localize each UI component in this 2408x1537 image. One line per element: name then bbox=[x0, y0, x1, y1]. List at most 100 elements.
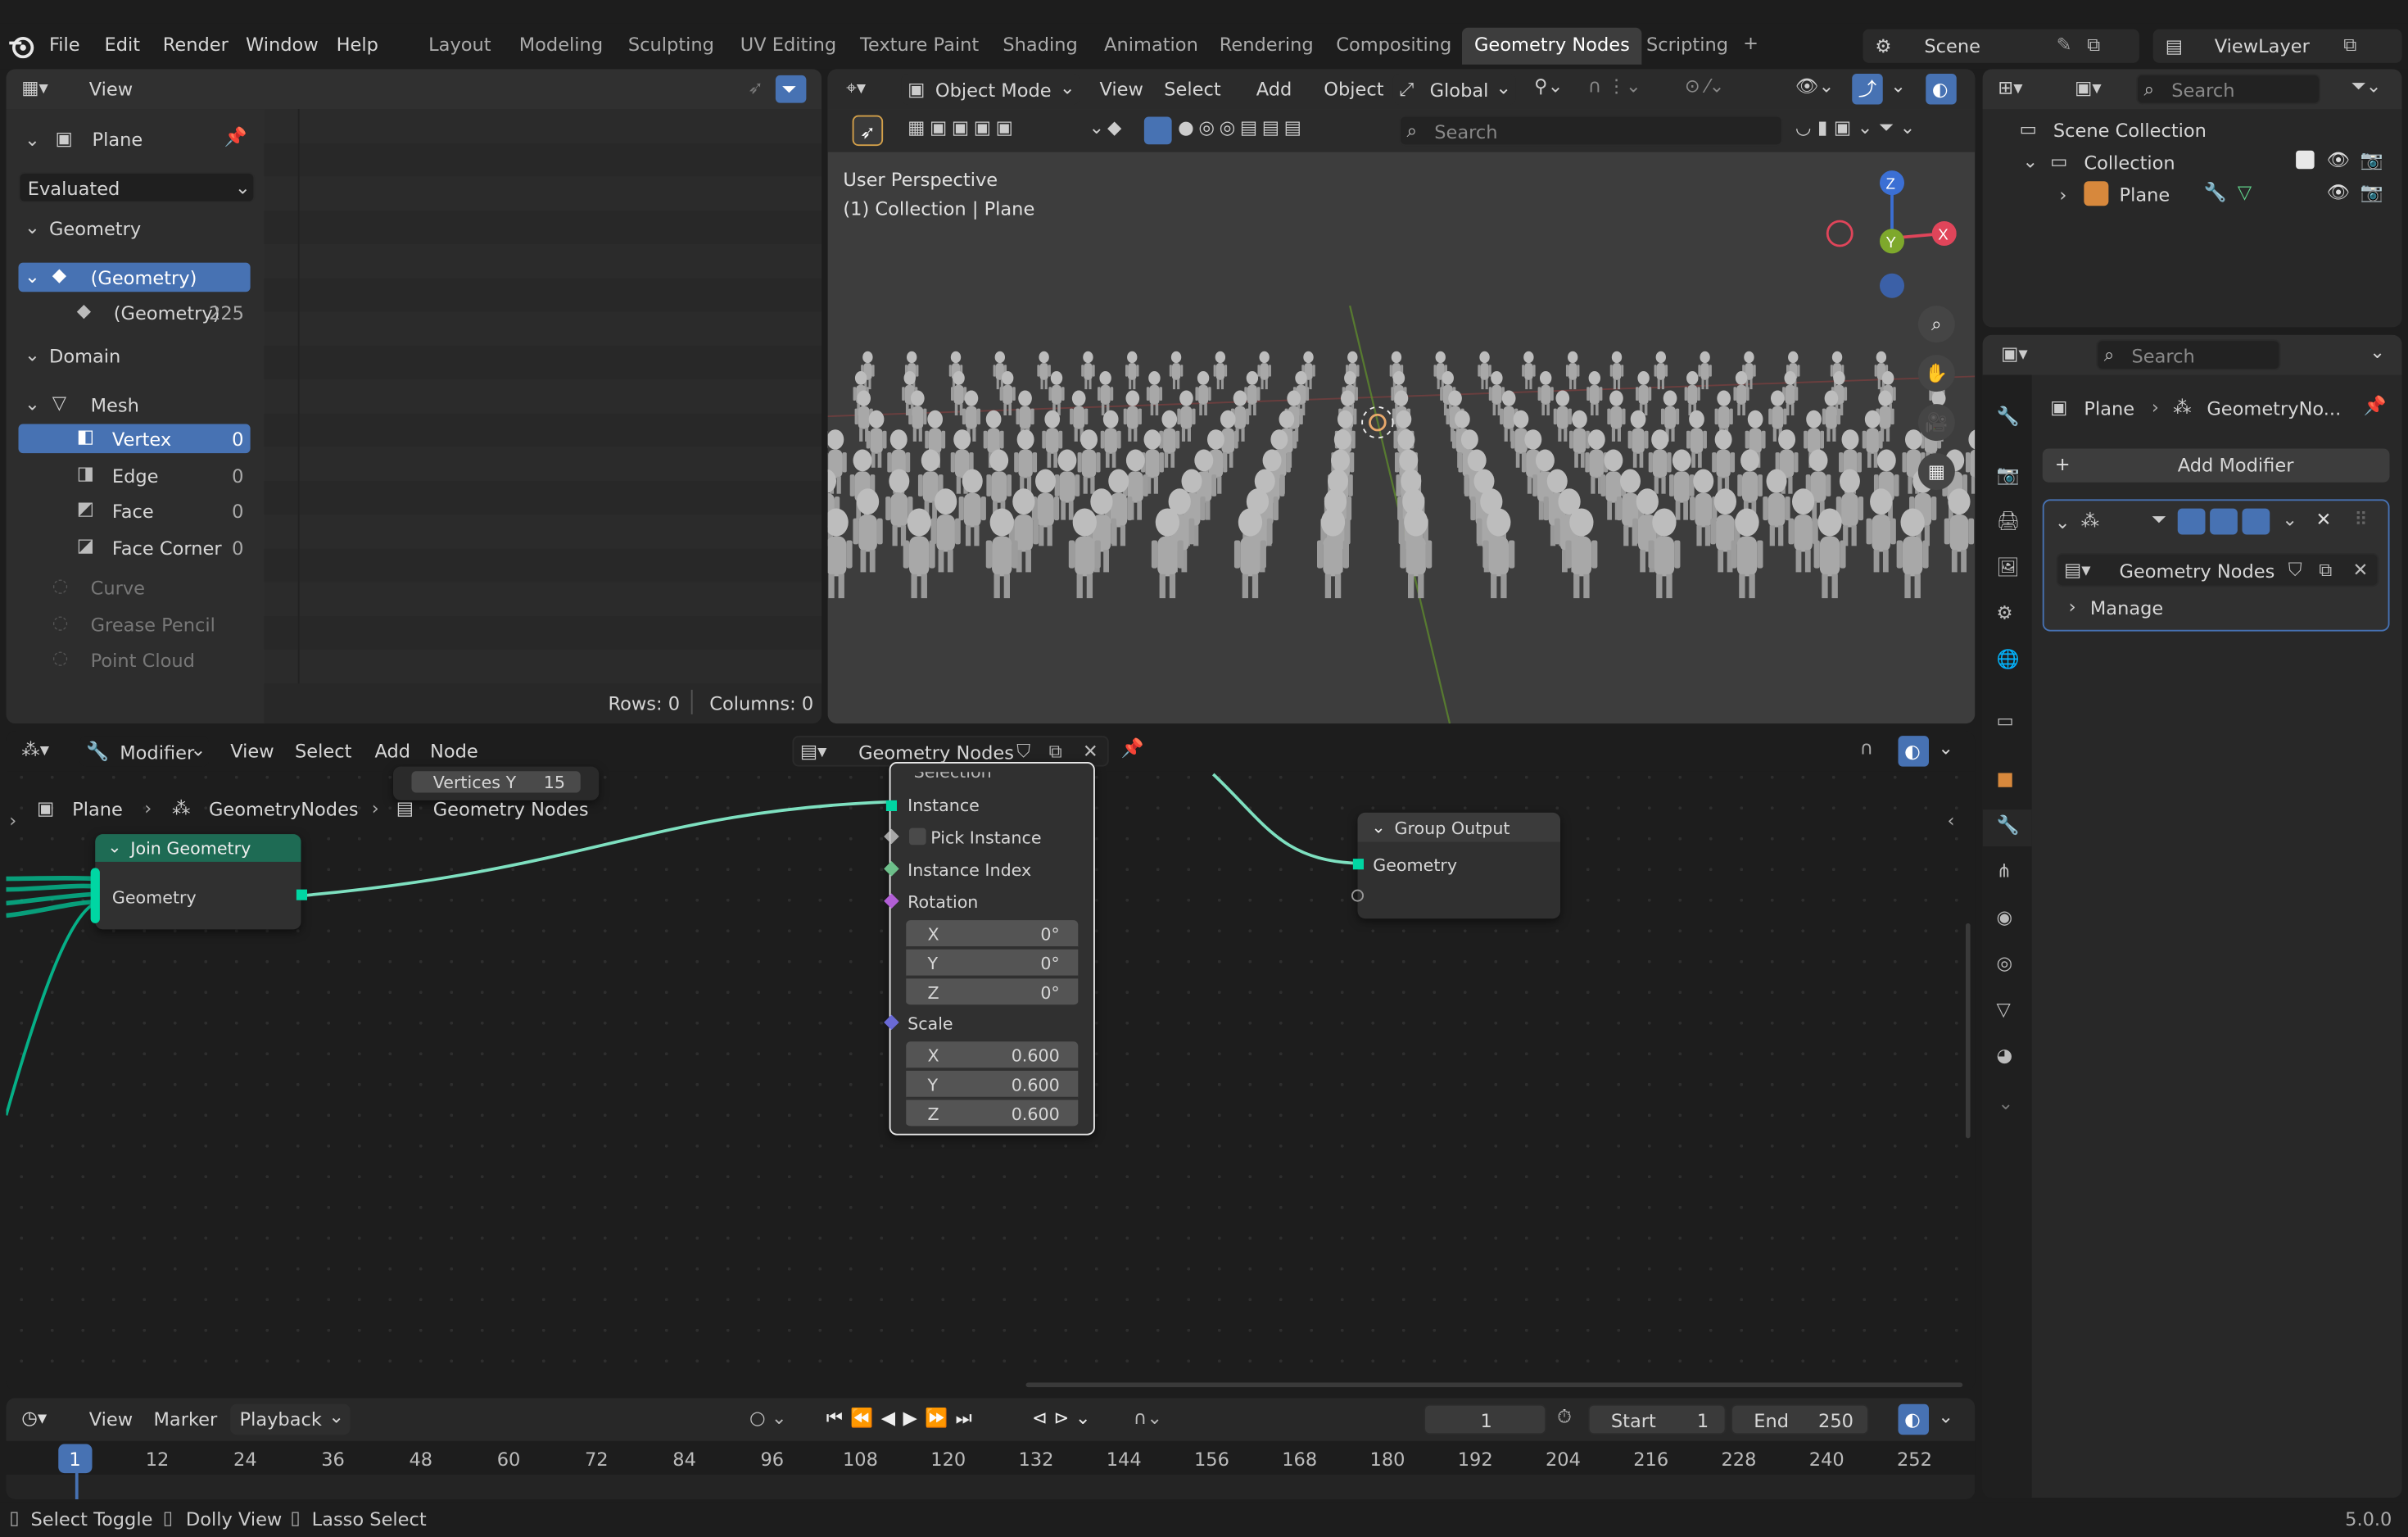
new-scene-icon[interactable]: ⧉ bbox=[2087, 35, 2100, 54]
tab-data-icon[interactable]: ▽ bbox=[1997, 1000, 2011, 1019]
playback-controls[interactable]: ⏮⏪◀▶⏩⏭ bbox=[826, 1408, 980, 1427]
scene-field[interactable]: ⚙ Scene ✎ ⧉ bbox=[1863, 29, 2139, 63]
viewlayer-field[interactable]: ▤ ViewLayer ⧉ bbox=[2152, 29, 2402, 63]
grid-icon[interactable]: ▦ bbox=[1917, 453, 1955, 491]
breadcrumb-modifier[interactable]: GeometryNodes bbox=[209, 800, 359, 819]
vertices-y-fragment[interactable]: Vertices Y 15 bbox=[393, 766, 600, 800]
select-tool-icon[interactable]: ➶ bbox=[852, 115, 884, 147]
timeline-view-menu[interactable]: View bbox=[89, 1410, 133, 1429]
chevron-right-icon[interactable]: › bbox=[2069, 597, 2076, 616]
sidebar-toggle-icon[interactable]: ‹ bbox=[1948, 811, 1955, 830]
vector-field-x[interactable]: X 0.600 bbox=[906, 1041, 1079, 1069]
camera-icon[interactable]: 📷 bbox=[2360, 151, 2383, 170]
filter-icon[interactable]: ⏷⌄ bbox=[2351, 77, 2382, 96]
vertical-scrollbar[interactable] bbox=[1966, 923, 1971, 1139]
drag-handle-icon[interactable]: ⠿ bbox=[2354, 510, 2367, 529]
view-menu[interactable]: View bbox=[89, 80, 133, 99]
breadcrumb-object[interactable]: Plane bbox=[72, 800, 123, 819]
render-toggle-icon[interactable] bbox=[2242, 508, 2270, 535]
zoom-icon[interactable]: ⌕ bbox=[1917, 306, 1955, 343]
solid-shading-icon[interactable] bbox=[1143, 116, 1172, 145]
visibility-icon[interactable]: 👁⌄ bbox=[1795, 77, 1834, 96]
edit-mode-icon[interactable]: ⏷ bbox=[2152, 510, 2166, 529]
keyframe-record-icon[interactable]: ○ ⌄ bbox=[749, 1408, 787, 1427]
chevron-down-icon[interactable]: ⌄ bbox=[25, 218, 40, 237]
vector-field-y[interactable]: Y 0° bbox=[906, 949, 1079, 977]
cage-toggle-icon[interactable] bbox=[2177, 508, 2206, 535]
chevron-down-icon[interactable]: ⌄ bbox=[2055, 513, 2071, 532]
geometry-item-selected[interactable]: ⌄ ◆ (Geometry) bbox=[18, 262, 251, 292]
display-mode-icon[interactable]: ▣▾ bbox=[2075, 79, 2102, 97]
chevron-down-icon[interactable]: ⌄ bbox=[25, 130, 40, 149]
navigation-gizmo[interactable]: Z X Y bbox=[1818, 165, 1957, 303]
chevron-down-icon[interactable]: ⌄ bbox=[1938, 1408, 1953, 1426]
select-mode-icons[interactable]: ▦▣▣▣▣ bbox=[908, 118, 1017, 137]
gizmo-toggle-icon[interactable]: ⤴ bbox=[1852, 74, 1883, 105]
viewport-menu-select[interactable]: Select bbox=[1164, 80, 1220, 99]
tab-view-layer-icon[interactable]: 🖼 bbox=[1997, 558, 2021, 577]
tab-geometry-nodes[interactable]: Geometry Nodes bbox=[1474, 35, 1630, 54]
viewport-menu-view[interactable]: View bbox=[1100, 80, 1143, 99]
eye-icon[interactable]: 👁 bbox=[2327, 183, 2351, 202]
shading-mode-icons[interactable]: ●◎◎▤▤▤ bbox=[1178, 118, 1306, 137]
tab-layout[interactable]: Layout bbox=[428, 35, 491, 54]
chevron-down-icon[interactable]: ⌄ bbox=[2282, 510, 2297, 529]
group-output-node[interactable]: ⌄ Group Output Geometry bbox=[1351, 812, 1560, 919]
vector-field-z[interactable]: Z 0.600 bbox=[906, 1099, 1079, 1128]
evaluation-dropdown[interactable]: Evaluated ⌄ bbox=[18, 172, 256, 203]
pivot-icon[interactable]: ⚲⌄ bbox=[1534, 77, 1563, 96]
overlay-toggle-icon[interactable]: ◐ bbox=[1926, 74, 1957, 105]
empty-socket[interactable] bbox=[1351, 889, 1364, 902]
tab-object-icon[interactable]: ■ bbox=[1997, 769, 2014, 788]
tab-output-icon[interactable]: 🖨 bbox=[1997, 511, 2021, 530]
instance-on-points-node[interactable]: Selection Instance Pick Instance Instanc… bbox=[884, 762, 1095, 1136]
geometry-input-socket[interactable] bbox=[1352, 859, 1364, 870]
tab-compositing[interactable]: Compositing bbox=[1336, 35, 1451, 54]
filter-icon[interactable]: ⏷ bbox=[775, 75, 807, 103]
eye-icon[interactable]: 👁 bbox=[2327, 151, 2351, 170]
domain-vertex[interactable]: Vertex bbox=[112, 430, 171, 449]
domain-face-corner[interactable]: Face Corner bbox=[112, 538, 222, 557]
tab-world-icon[interactable]: 🌐 bbox=[1997, 650, 2020, 669]
current-frame-field[interactable]: 1 bbox=[1424, 1403, 1547, 1435]
viewport-menu-object[interactable]: Object bbox=[1324, 80, 1383, 99]
add-modifier-button[interactable]: + Add Modifier bbox=[2042, 448, 2390, 483]
camera-icon[interactable]: 📷 bbox=[2360, 183, 2383, 202]
tab-scene-icon[interactable]: ⚙ bbox=[1997, 604, 2013, 623]
unlink-icon[interactable]: ✕ bbox=[2353, 560, 2369, 579]
join-geometry-node[interactable]: ⌄ Join Geometry Geometry bbox=[90, 834, 307, 930]
duplicate-icon[interactable]: ⧉ bbox=[2319, 560, 2332, 579]
tab-material-icon[interactable]: ◕ bbox=[1997, 1046, 2013, 1065]
scene-collection-label[interactable]: Scene Collection bbox=[2053, 121, 2207, 140]
fake-user-icon[interactable]: ⛉ bbox=[2288, 560, 2302, 579]
tab-sculpting[interactable]: Sculpting bbox=[628, 35, 714, 54]
editor-type-icon[interactable]: ⌖▾ bbox=[846, 79, 866, 97]
pick-instance-checkbox[interactable] bbox=[909, 827, 926, 846]
vector-field-y[interactable]: Y 0.600 bbox=[906, 1070, 1079, 1099]
geometry-input-socket[interactable] bbox=[90, 868, 100, 923]
collection-label[interactable]: Collection bbox=[2084, 154, 2175, 173]
tab-modeling[interactable]: Modeling bbox=[519, 35, 603, 54]
geometry-sub-item[interactable]: (Geometry) bbox=[114, 304, 220, 323]
editor-type-icon[interactable]: ⊞▾ bbox=[1998, 79, 2022, 97]
viewport-menu-add[interactable]: Add bbox=[1256, 80, 1292, 99]
pin-icon[interactable]: ✎ bbox=[2057, 35, 2072, 54]
shading-icons[interactable]: ⌄◆ bbox=[1089, 118, 1125, 137]
tab-scripting[interactable]: Scripting bbox=[1646, 35, 1728, 54]
tab-tool-icon[interactable]: 🔧 bbox=[1997, 407, 2020, 426]
orientation-dropdown[interactable]: ⤢ Global ⌄ bbox=[1392, 74, 1516, 105]
tab-render-icon[interactable]: 📷 bbox=[1997, 465, 2020, 484]
menu-window[interactable]: Window bbox=[246, 35, 319, 54]
keyframe-nav-icons[interactable]: ⊲⊳⌄ bbox=[1032, 1408, 1097, 1427]
blender-logo-icon[interactable] bbox=[7, 34, 35, 59]
tab-texture-paint[interactable]: Texture Paint bbox=[860, 35, 979, 54]
tab-shading[interactable]: Shading bbox=[1003, 35, 1077, 54]
mesh-data-icon[interactable]: ▽ bbox=[2238, 183, 2252, 202]
tab-rendering[interactable]: Rendering bbox=[1220, 35, 1314, 54]
properties-search[interactable]: ⌕ Search bbox=[2096, 339, 2281, 370]
playback-dropdown[interactable]: Playback ⌄ bbox=[230, 1403, 351, 1435]
plane-object-label[interactable]: Plane bbox=[2120, 186, 2170, 205]
tab-particles-icon[interactable]: ⋔ bbox=[1997, 862, 2012, 881]
chevron-right-icon[interactable]: › bbox=[2059, 186, 2066, 205]
menu-edit[interactable]: Edit bbox=[105, 35, 141, 54]
